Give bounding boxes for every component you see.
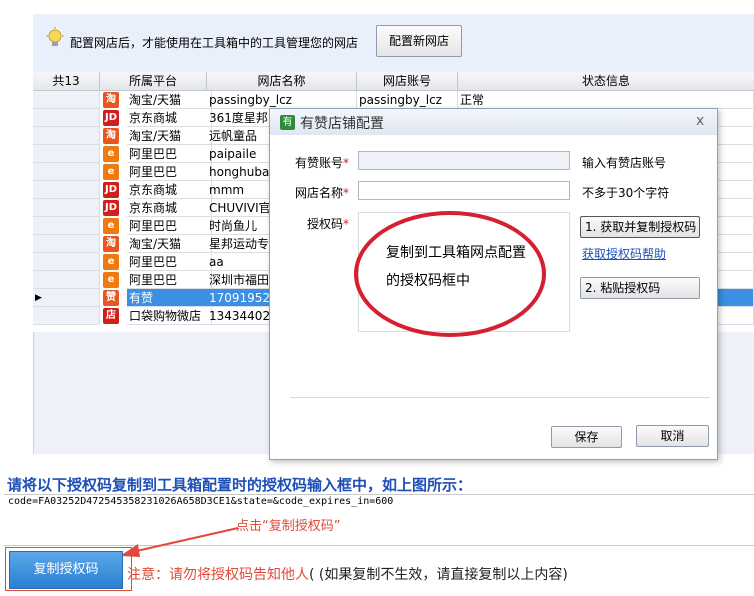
row-indicator: [33, 127, 100, 145]
youzan-icon: 赞: [103, 290, 119, 306]
jd-icon: JD: [103, 110, 119, 126]
row-indicator: [33, 163, 100, 181]
platform-cell: 京东商城: [127, 199, 212, 217]
taobao-icon: 淘: [103, 92, 119, 108]
taobao-icon: 淘: [103, 128, 119, 144]
row-indicator: [33, 307, 100, 325]
auth-code-text: code=FA03252D472545358231026A658D3CE1&st…: [8, 496, 394, 507]
alibaba-icon: e: [103, 254, 119, 270]
dialog-titlebar[interactable]: 有 有赞店铺配置 x: [270, 109, 717, 135]
click-annotation: 点击“复制授权码”: [236, 519, 341, 534]
account-hint: 输入有赞店账号: [582, 156, 667, 170]
alibaba-icon: e: [103, 146, 119, 162]
row-indicator: ▶: [33, 289, 100, 307]
row-indicator: [33, 217, 100, 235]
status-cell: 正常: [458, 91, 754, 109]
platform-cell: 阿里巴巴: [127, 217, 212, 235]
platform-cell: 淘宝/天猫: [127, 91, 212, 109]
paste-auth-code-button[interactable]: 2. 粘贴授权码: [580, 277, 700, 299]
platform-cell: 有赞: [127, 289, 212, 307]
row-indicator: [33, 145, 100, 163]
column-header-account[interactable]: 网店账号: [357, 72, 458, 91]
row-indicator: [33, 271, 100, 289]
alibaba-icon: e: [103, 218, 119, 234]
taobao-icon: 淘: [103, 236, 119, 252]
lightbulb-icon: [44, 27, 66, 49]
row-indicator: [33, 235, 100, 253]
row-indicator: [33, 253, 100, 271]
platform-cell: 淘宝/天猫: [127, 127, 212, 145]
weidian-icon: 店: [103, 308, 119, 324]
account-label: 有赞账号*: [295, 156, 350, 170]
row-indicator: [33, 91, 100, 109]
platform-cell: 京东商城: [127, 181, 212, 199]
platform-cell: 淘宝/天猫: [127, 235, 212, 253]
alibaba-icon: e: [103, 164, 119, 180]
grid-count: 共13: [33, 72, 100, 91]
platform-cell: 口袋购物微店: [127, 307, 212, 325]
jd-icon: JD: [103, 200, 119, 216]
row-indicator: [33, 109, 100, 127]
platform-cell: 阿里巴巴: [127, 271, 212, 289]
shop-name-label: 网店名称*: [295, 186, 350, 200]
table-row[interactable]: 淘淘宝/天猫 passingby_lcz passingby_lcz 正常: [33, 91, 754, 109]
configure-new-shop-button[interactable]: 配置新网店: [376, 25, 462, 57]
platform-cell: 阿里巴巴: [127, 253, 212, 271]
auth-code-label: 授权码*: [307, 217, 350, 231]
shop-name-input[interactable]: [358, 181, 570, 200]
cancel-button[interactable]: 取消: [636, 425, 709, 447]
row-indicator: [33, 181, 100, 199]
save-button[interactable]: 保存: [551, 426, 622, 448]
copy-auth-code-button[interactable]: 复制授权码: [9, 551, 123, 589]
platform-cell: 阿里巴巴: [127, 163, 212, 181]
alibaba-icon: e: [103, 272, 119, 288]
youzan-config-dialog: 有 有赞店铺配置 x 有赞账号* 输入有赞店账号 网店名称* 不多于30个字符 …: [269, 108, 718, 460]
platform-cell: 京东商城: [127, 109, 212, 127]
youzan-logo-icon: 有: [280, 115, 295, 130]
account-cell: passingby_lcz: [357, 91, 458, 109]
close-icon[interactable]: x: [696, 113, 704, 129]
column-header-status[interactable]: 状态信息: [458, 72, 754, 91]
get-copy-auth-code-button[interactable]: 1. 获取并复制授权码: [580, 216, 700, 238]
row-indicator: [33, 199, 100, 217]
notice-text: 注意：请勿将授权码告知他人( (如果复制不生效，请直接复制以上内容): [127, 567, 568, 583]
tip-text: 配置网店后，才能使用在工具箱中的工具管理您的网店: [70, 36, 359, 50]
jd-icon: JD: [103, 182, 119, 198]
platform-cell: 阿里巴巴: [127, 145, 212, 163]
column-header-platform[interactable]: 所属平台: [100, 72, 207, 91]
help-link[interactable]: 获取授权码帮助: [582, 245, 666, 262]
annotation-text: 复制到工具箱网点配置的授权码框中: [386, 245, 526, 289]
dialog-title: 有赞店铺配置: [300, 116, 384, 132]
shop-name-cell: passingby_lcz: [207, 91, 357, 109]
instruction-heading: 请将以下授权码复制到工具箱配置时的授权码输入框中，如上图所示：: [7, 476, 473, 494]
account-input[interactable]: [358, 151, 570, 170]
shop-name-hint: 不多于30个字符: [582, 186, 670, 200]
dialog-divider: [290, 397, 710, 398]
column-header-shop-name[interactable]: 网店名称: [207, 72, 357, 91]
